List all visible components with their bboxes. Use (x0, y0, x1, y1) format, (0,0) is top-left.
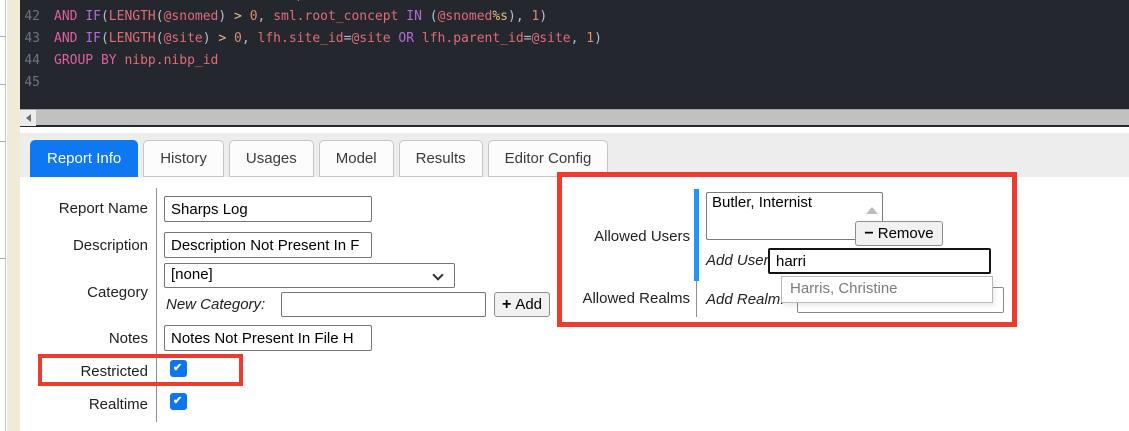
rail-divider (0, 36, 6, 37)
sql-code-editor[interactable]: 41AND IF(LENGTH(@device) > 0, nibp.site … (20, 0, 1129, 127)
form-separator-left (156, 188, 157, 422)
remove-user-button[interactable]: − Remove (855, 221, 943, 246)
tab-history[interactable]: History (143, 140, 224, 177)
rail-divider (0, 258, 6, 259)
code-view[interactable]: 41AND IF(LENGTH(@device) > 0, nibp.site … (20, 0, 1129, 109)
tab-usages[interactable]: Usages (229, 140, 314, 177)
focus-highlight-bar (694, 189, 699, 281)
restricted-label: Restricted (0, 363, 148, 381)
report-name-input[interactable] (164, 196, 372, 222)
horizontal-scrollbar[interactable] (20, 109, 1129, 125)
notes-input[interactable] (164, 325, 372, 351)
category-label: Category (0, 284, 148, 302)
realtime-label: Realtime (0, 396, 148, 414)
description-input[interactable] (164, 232, 372, 258)
allowed-realms-label: Allowed Realms (540, 290, 690, 308)
rail-divider (0, 141, 6, 142)
restricted-checkbox[interactable] (170, 360, 187, 377)
tab-results[interactable]: Results (399, 140, 483, 177)
add-user-label: Add User: (706, 252, 773, 270)
description-label: Description (0, 237, 148, 255)
allowed-users-label: Allowed Users (540, 228, 690, 246)
notes-label: Notes (0, 330, 148, 348)
allowed-user-item[interactable]: Butler, Internist (707, 193, 882, 212)
remove-user-button-label: Remove (878, 225, 934, 242)
scroll-up-icon[interactable] (866, 207, 878, 214)
form-separator-right (696, 281, 697, 317)
new-category-label: New Category: (166, 296, 265, 314)
user-suggestion-item[interactable]: Harris, Christine (782, 277, 992, 300)
plus-icon: + (502, 298, 511, 312)
tab-bar: Report Info History Usages Model Results… (20, 133, 1129, 177)
add-user-input[interactable] (768, 248, 991, 274)
category-selected-value: [none] (171, 266, 213, 283)
app-screen: 41AND IF(LENGTH(@device) > 0, nibp.site … (0, 0, 1129, 431)
tab-editor-config[interactable]: Editor Config (488, 140, 609, 177)
rail-divider (0, 84, 6, 85)
tab-report-info[interactable]: Report Info (30, 140, 138, 177)
report-name-label: Report Name (0, 200, 148, 218)
add-realm-label: Add Realm: (706, 291, 784, 309)
user-autocomplete-dropdown: Harris, Christine (781, 276, 993, 303)
scroll-left-button[interactable] (20, 110, 36, 126)
tab-model[interactable]: Model (319, 140, 394, 177)
minus-icon: − (864, 227, 873, 241)
add-category-button-label: Add (515, 296, 542, 313)
new-category-input[interactable] (281, 292, 486, 317)
code-lines: 41AND IF(LENGTH(@device) > 0, nibp.site … (20, 0, 1129, 94)
chevron-down-icon (432, 269, 443, 280)
realtime-checkbox[interactable] (170, 393, 187, 410)
scroll-left-icon (26, 114, 31, 122)
category-select[interactable]: [none] (164, 263, 455, 288)
